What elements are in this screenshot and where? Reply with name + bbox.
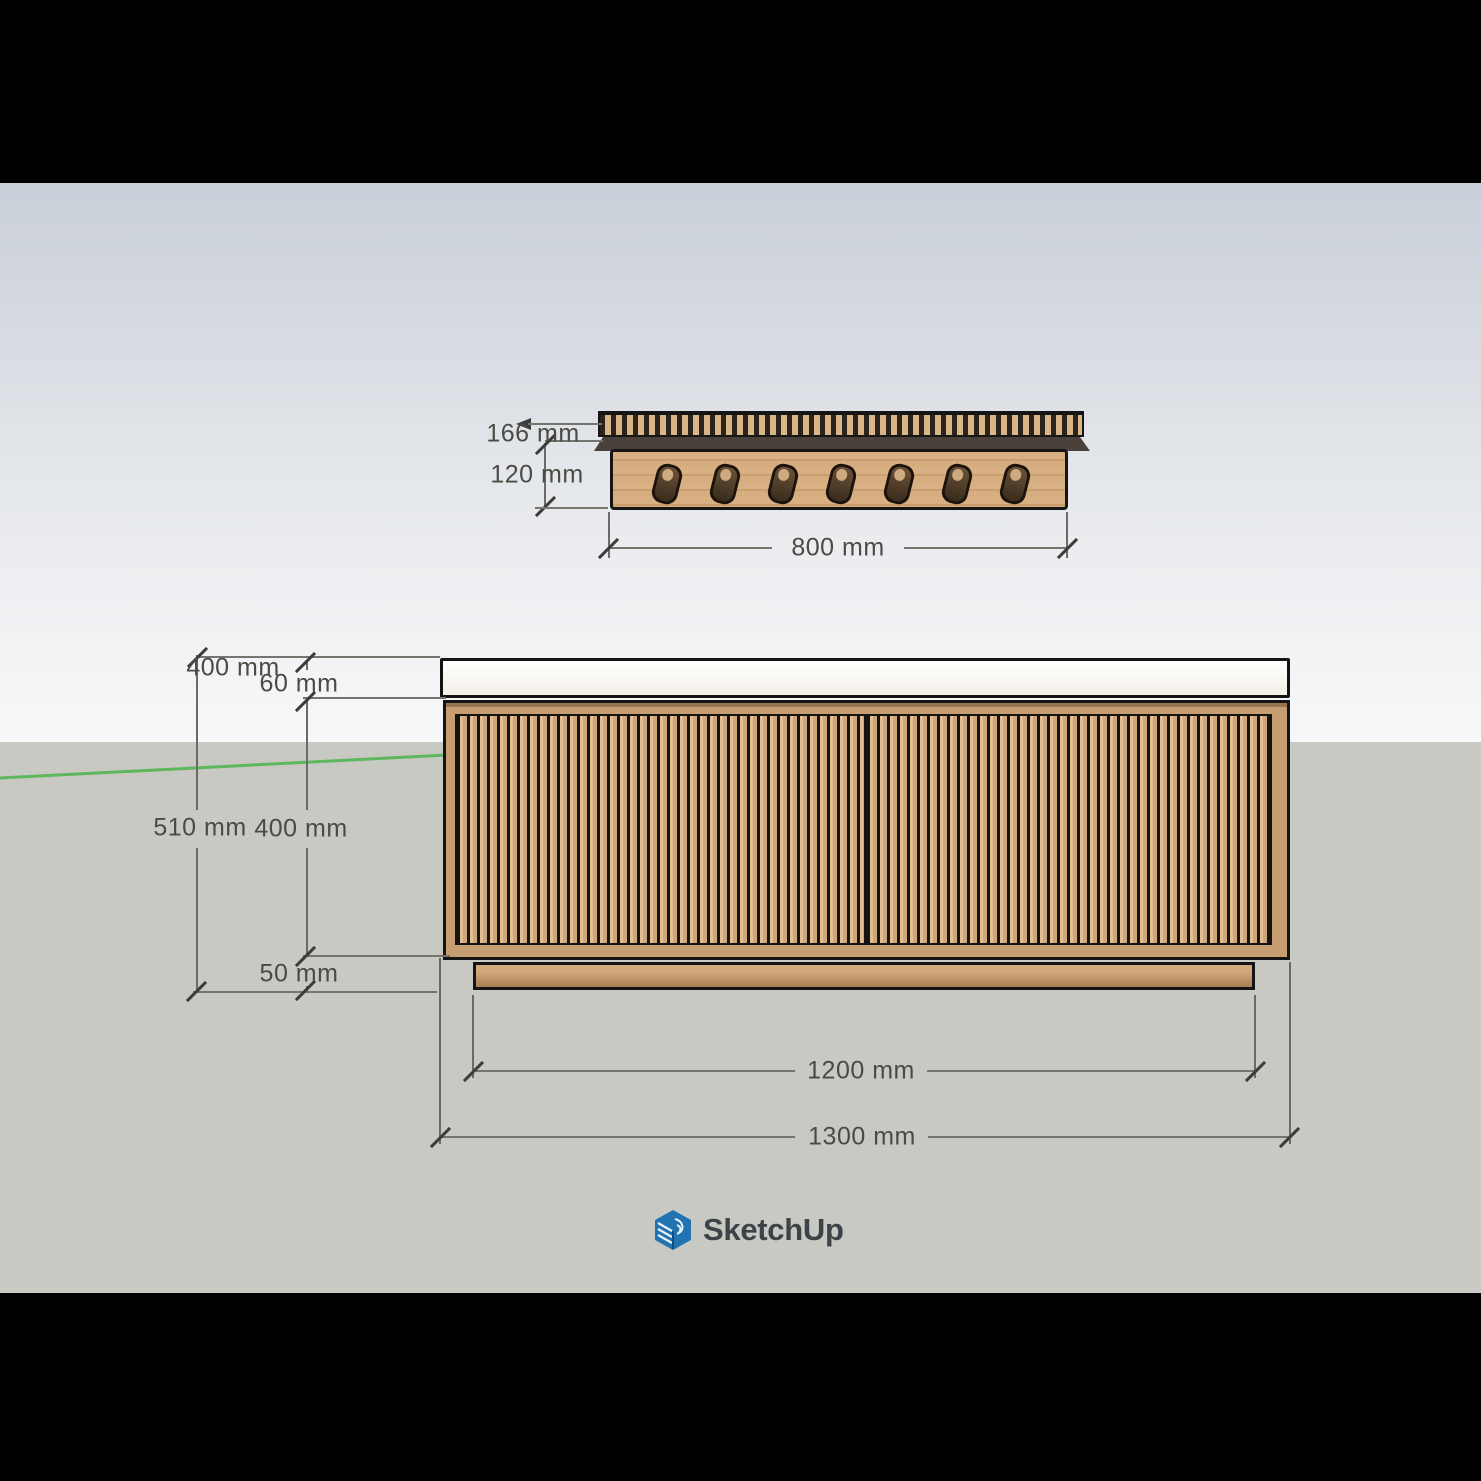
dim-line <box>306 848 308 956</box>
dim-line <box>196 848 198 992</box>
dim-ext-line <box>472 995 474 1078</box>
sideboard-plinth <box>473 962 1255 990</box>
sideboard-body <box>443 700 1290 960</box>
dim-label-plinth-height: 50 mm <box>260 960 339 989</box>
dim-line <box>927 1070 1255 1072</box>
dim-label-rack-height: 166 mm <box>486 420 579 449</box>
sketchup-export-image: 166 mm 120 mm 800 mm <box>0 0 1481 1481</box>
dim-label-rack-board: 120 mm <box>490 461 583 490</box>
dim-label-plinth-width: 1200 mm <box>807 1057 915 1086</box>
dim-ext-line <box>1289 962 1291 1144</box>
dim-line <box>608 547 772 549</box>
sketchup-logo-icon <box>653 1209 693 1251</box>
dim-label-overall-height: 510 mm <box>153 814 246 843</box>
dim-line <box>904 547 1068 549</box>
3d-viewport[interactable]: 166 mm 120 mm 800 mm <box>0 183 1481 1293</box>
dim-ext-line <box>303 955 450 957</box>
dim-ext-line <box>193 991 437 993</box>
green-axis-line <box>0 743 460 789</box>
coat-rack-slatted-top <box>598 411 1084 437</box>
dim-ext-line <box>608 512 610 558</box>
dim-label-overall-width: 1300 mm <box>808 1123 916 1152</box>
dim-line <box>440 1136 795 1138</box>
dim-label-top-thickness: 60 mm <box>260 670 339 699</box>
sideboard-top-rail <box>446 703 1287 707</box>
dim-ext-line <box>439 958 441 1144</box>
door-split-line <box>864 716 868 943</box>
dim-ext-line <box>1254 995 1256 1078</box>
dim-label-body-height: 400 mm <box>254 815 347 844</box>
sideboard-slatted-doors <box>455 714 1272 945</box>
dim-line <box>535 507 608 509</box>
dim-line <box>306 698 308 810</box>
sketchup-watermark-text: SketchUp <box>703 1212 844 1248</box>
dim-line <box>928 1136 1290 1138</box>
sideboard-countertop <box>440 658 1290 698</box>
dim-label-rack-width: 800 mm <box>791 534 884 563</box>
dim-line <box>473 1070 795 1072</box>
